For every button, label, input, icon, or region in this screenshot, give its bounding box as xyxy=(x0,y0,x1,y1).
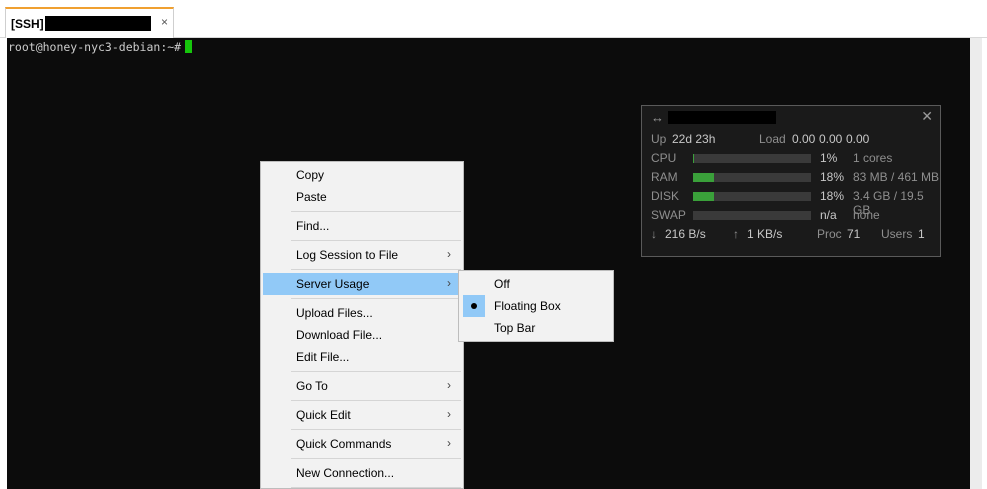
submenu-item-label: Top Bar xyxy=(494,321,536,335)
users-label: Users xyxy=(881,227,913,241)
cpu-cores: 1 cores xyxy=(853,151,893,165)
disk-percent: 18% xyxy=(820,189,845,203)
disk-bar xyxy=(693,192,811,201)
menu-item-edit-file[interactable]: Edit File... xyxy=(263,346,461,368)
menu-item-go-to[interactable]: Go To › xyxy=(263,375,461,397)
menu-item-label: Server Usage xyxy=(296,277,370,291)
chevron-right-icon: › xyxy=(447,276,451,290)
submenu-item-label: Floating Box xyxy=(494,299,561,313)
menu-separator xyxy=(291,371,461,372)
menu-separator xyxy=(291,298,461,299)
ram-label: RAM xyxy=(651,170,678,184)
disk-label: DISK xyxy=(651,189,680,203)
swap-bar xyxy=(693,211,811,220)
ssh-tab[interactable]: [SSH] × xyxy=(5,7,174,38)
menu-item-label: Paste xyxy=(296,190,327,204)
menu-item-quick-commands[interactable]: Quick Commands › xyxy=(263,433,461,455)
uptime-value: 22d 23h xyxy=(672,132,716,146)
terminal-prompt-line: root@honey-nyc3-debian:~# xyxy=(8,40,193,54)
menu-separator xyxy=(291,400,461,401)
menu-item-label: Edit File... xyxy=(296,350,350,364)
server-usage-submenu: Off Floating Box Top Bar xyxy=(458,270,614,342)
terminal-prompt: root@honey-nyc3-debian:~# xyxy=(8,40,182,54)
swap-amount: none xyxy=(853,208,880,222)
menu-item-label: Quick Commands xyxy=(296,437,392,451)
menu-item-log-session[interactable]: Log Session to File › xyxy=(263,244,461,266)
terminal-cursor xyxy=(185,40,193,53)
cpu-bar xyxy=(693,154,811,163)
swap-label: SWAP xyxy=(651,208,686,222)
menu-item-quick-edit[interactable]: Quick Edit › xyxy=(263,404,461,426)
menu-item-label: Download File... xyxy=(296,328,383,342)
proc-value: 71 xyxy=(847,227,861,241)
terminal-scrollbar[interactable] xyxy=(970,38,982,489)
menu-item-label: New Connection... xyxy=(296,466,395,480)
menu-item-label: Log Session to File xyxy=(296,248,399,262)
bullet-icon xyxy=(471,303,477,309)
menu-item-download-file[interactable]: Download File... xyxy=(263,324,461,346)
menu-item-label: Copy xyxy=(296,168,325,182)
server-usage-box[interactable]: ↔ ✕ Up 22d 23h Load 0.00 0.00 0.00 CPU 1… xyxy=(641,105,941,257)
context-menu: Copy Paste Find... Log Session to File › … xyxy=(260,161,464,489)
tab-strip: [SSH] × xyxy=(0,0,987,38)
menu-item-find[interactable]: Find... xyxy=(263,215,461,237)
load-value-3: 0.00 xyxy=(846,132,870,146)
selected-indicator xyxy=(463,295,485,317)
menu-separator xyxy=(291,429,461,430)
submenu-item-floating-box[interactable]: Floating Box xyxy=(461,295,611,317)
tab-label: [SSH] xyxy=(11,17,44,31)
menu-separator xyxy=(291,240,461,241)
chevron-right-icon: › xyxy=(447,247,451,261)
menu-item-label: Find... xyxy=(296,219,330,233)
menu-item-new-connection[interactable]: New Connection... xyxy=(263,462,461,484)
ram-bar xyxy=(693,173,811,182)
ram-bar-fill xyxy=(693,173,714,182)
load-value-1: 0.00 xyxy=(792,132,816,146)
move-icon[interactable]: ↔ xyxy=(651,110,664,125)
load-label: Load xyxy=(759,132,786,146)
disk-bar-fill xyxy=(693,192,714,201)
menu-separator xyxy=(291,487,461,488)
proc-label: Proc xyxy=(817,227,842,241)
download-icon: ↓ xyxy=(651,227,657,241)
menu-item-paste[interactable]: Paste xyxy=(263,186,461,208)
chevron-right-icon: › xyxy=(447,378,451,392)
menu-item-label: Upload Files... xyxy=(296,306,373,320)
chevron-right-icon: › xyxy=(447,436,451,450)
download-rate: 216 B/s xyxy=(665,227,706,241)
submenu-item-off[interactable]: Off xyxy=(461,273,611,295)
submenu-item-label: Off xyxy=(494,277,510,291)
cpu-bar-fill xyxy=(693,154,694,163)
users-value: 1 xyxy=(918,227,925,241)
upload-icon: ↑ xyxy=(733,227,739,241)
menu-item-server-usage[interactable]: Server Usage › xyxy=(263,273,461,295)
menu-item-copy[interactable]: Copy xyxy=(263,164,461,186)
redacted-server-name xyxy=(668,111,776,124)
cpu-percent: 1% xyxy=(820,151,838,165)
redacted-host-name xyxy=(45,16,151,31)
swap-percent: n/a xyxy=(820,208,837,222)
menu-item-label: Go To xyxy=(296,379,328,393)
chevron-right-icon: › xyxy=(447,407,451,421)
ram-percent: 18% xyxy=(820,170,845,184)
menu-item-upload-files[interactable]: Upload Files... xyxy=(263,302,461,324)
menu-separator xyxy=(291,458,461,459)
uptime-label: Up xyxy=(651,132,667,146)
tab-close-icon[interactable]: × xyxy=(161,15,168,29)
menu-separator xyxy=(291,211,461,212)
menu-item-label: Quick Edit xyxy=(296,408,351,422)
ram-amount: 83 MB / 461 MB xyxy=(853,170,940,184)
close-icon[interactable]: ✕ xyxy=(921,108,933,125)
menu-separator xyxy=(291,269,461,270)
cpu-label: CPU xyxy=(651,151,677,165)
submenu-item-top-bar[interactable]: Top Bar xyxy=(461,317,611,339)
upload-rate: 1 KB/s xyxy=(747,227,783,241)
load-value-2: 0.00 xyxy=(819,132,843,146)
